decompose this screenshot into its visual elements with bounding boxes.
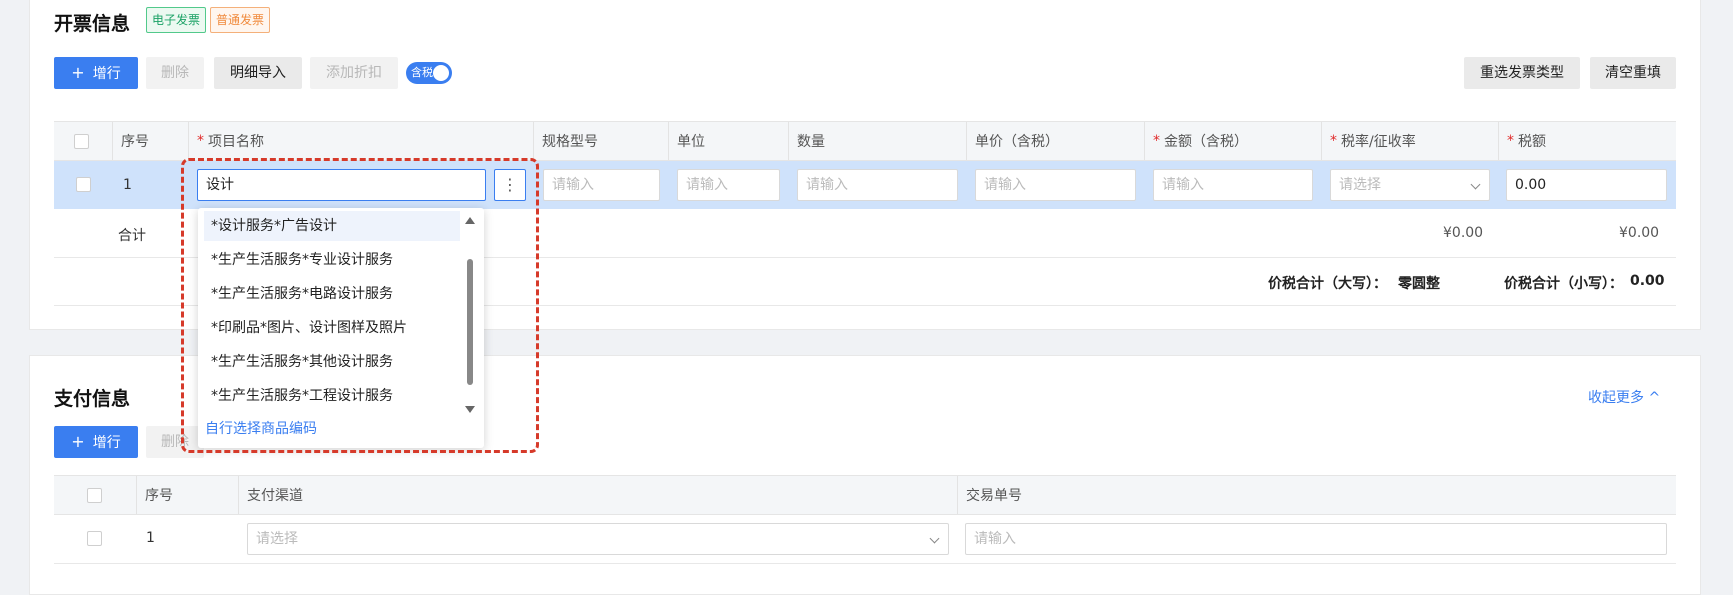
annotation-dashed-box (181, 158, 539, 453)
chevron-down-icon (929, 533, 940, 544)
reselect-invoice-type-button[interactable]: 重选发票类型 (1464, 57, 1580, 89)
col-item-name: * 项目名称 (188, 122, 533, 160)
col-tax-rate: * 税率/征收率 (1321, 122, 1498, 160)
payment-table-header: 序号 支付渠道 交易单号 (54, 475, 1676, 515)
plus-icon: + (71, 63, 85, 82)
unit-input[interactable]: 请输入 (677, 169, 780, 201)
tax-rate-select[interactable]: 请选择 (1330, 169, 1490, 201)
chevron-up-icon: ^ (1648, 390, 1661, 406)
delete-button[interactable]: 删除 (146, 57, 204, 89)
payment-section-title: 支付信息 (54, 388, 131, 410)
col-unit: 单位 (668, 122, 788, 160)
total-upper-label: 价税合计（大写）： (1268, 276, 1387, 292)
total-lower-label: 价税合计（小写）： (1504, 276, 1623, 292)
row-checkbox[interactable] (76, 177, 91, 192)
trade-number-input[interactable]: 请输入 (965, 523, 1667, 555)
plus-icon: + (71, 432, 85, 451)
payment-channel-select[interactable]: 请选择 (247, 523, 949, 555)
subtotal-tax: ¥0.00 (1619, 225, 1660, 241)
subtotal-amount: ¥0.00 (1443, 225, 1484, 241)
payment-row-checkbox[interactable] (87, 531, 102, 546)
col-amount: * 金额（含税） (1144, 122, 1321, 160)
col-quantity: 数量 (788, 122, 966, 160)
payment-add-row-button[interactable]: + 增行 (54, 426, 138, 458)
electronic-invoice-tag: 电子发票 (146, 7, 207, 33)
normal-invoice-tag: 普通发票 (210, 7, 271, 33)
row-index: 1 (123, 177, 132, 193)
col-tax: * 税额 (1498, 122, 1676, 160)
select-all-checkbox[interactable] (74, 134, 89, 149)
collapse-more-link[interactable]: 收起更多 ^ (1588, 387, 1660, 407)
payment-col-channel: 支付渠道 (238, 476, 957, 514)
payment-row-index: 1 (146, 530, 155, 546)
invoice-section-title: 开票信息 (54, 13, 131, 35)
total-lower-value: 0.00 (1630, 273, 1665, 289)
divider (54, 563, 1676, 564)
add-row-button[interactable]: + 增行 (54, 57, 138, 89)
col-unit-price: 单价（含税） (966, 122, 1144, 160)
invoice-table-header: 序号 * 项目名称 规格型号 单位 数量 单价（含税） * 金额（含税） * 税率/征… (54, 121, 1676, 161)
spec-input[interactable]: 请输入 (543, 169, 660, 201)
tax-input[interactable]: 0.00 (1506, 169, 1667, 201)
clear-refill-button[interactable]: 清空重填 (1590, 57, 1676, 89)
import-detail-button[interactable]: 明细导入 (214, 57, 302, 89)
tax-toggle-label: 含税 (411, 66, 433, 79)
add-discount-button[interactable]: 添加折扣 (310, 57, 398, 89)
tax-included-toggle[interactable]: 含税 (406, 62, 452, 84)
quantity-input[interactable]: 请输入 (797, 169, 958, 201)
chevron-down-icon (1470, 179, 1481, 190)
col-spec: 规格型号 (533, 122, 668, 160)
subtotal-label: 合计 (118, 228, 146, 244)
payment-col-index: 序号 (136, 476, 236, 514)
amount-input[interactable]: 请输入 (1153, 169, 1313, 201)
toggle-knob (433, 65, 449, 81)
unit-price-input[interactable]: 请输入 (975, 169, 1136, 201)
col-index: 序号 (112, 122, 188, 160)
payment-select-all-checkbox[interactable] (87, 488, 102, 503)
payment-col-trade-no: 交易单号 (957, 476, 1676, 514)
total-upper-value: 零圆整 (1398, 276, 1440, 292)
